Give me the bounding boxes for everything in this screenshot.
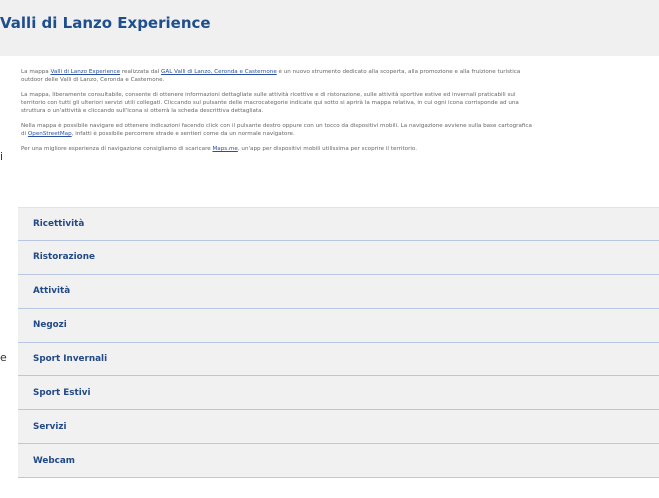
intro-paragraph-1-line-2: outdoor delle Valli di Lanzo, Ceronda e … [21, 77, 165, 83]
category-sport-estivi[interactable]: Sport Estivi [18, 376, 659, 411]
intro-text-run: realizzata dal [120, 69, 162, 75]
category-label: Sport Estivi [33, 387, 91, 398]
intro-paragraph-3-line-2: di OpenStreetMap, infatti è possibile pe… [21, 130, 659, 138]
category-label: Webcam [33, 455, 75, 466]
category-label: Ristorazione [33, 252, 95, 263]
intro-text-run: di [21, 131, 28, 137]
intro-text-run: Per una migliore esperienza di navigazio… [21, 146, 213, 152]
link-openstreetmap[interactable]: OpenStreetMap [28, 131, 72, 137]
category-ristorazione[interactable]: Ristorazione [18, 240, 659, 275]
category-servizi[interactable]: Servizi [18, 410, 659, 445]
intro-text-run: è un nuovo strumento dedicato alla scope… [276, 69, 521, 75]
intro-paragraph-3: Nella mappa è possibile navigare ed otte… [21, 123, 532, 129]
intro-paragraph-2-line-3: struttura o un'attività e cliccando sull… [21, 108, 264, 114]
intro-text: La mappa Valli di Lanzo Experience reali… [21, 68, 659, 153]
category-label: Sport Invernali [33, 354, 108, 364]
category-label: Negozi [33, 320, 67, 331]
intro-paragraph-2-line-2: territorio con tutti gli ulteriori servi… [21, 100, 519, 106]
intro-paragraph-4: Per una migliore esperienza di navigazio… [21, 145, 659, 153]
clipped-text-fragment: e [0, 351, 7, 364]
category-label: Ricettività [33, 218, 85, 229]
category-sport-invernali[interactable]: Sport Invernali [18, 342, 659, 377]
category-label: Attività [33, 286, 71, 297]
clipped-text-fragment: i [0, 150, 4, 163]
category-webcam[interactable]: Webcam [18, 444, 659, 479]
link-maps-me[interactable]: Maps.me [212, 146, 237, 152]
category-attivita[interactable]: Attività [18, 274, 659, 309]
page-title: Valli di Lanzo Experience [0, 14, 211, 32]
intro-paragraph-1: La mappa Valli di Lanzo Experience reali… [21, 68, 659, 76]
intro-text-run: , un'app per dispositivi mobili utilissi… [237, 146, 418, 152]
category-negozi[interactable]: Negozi [18, 308, 659, 343]
intro-text-run: , infatti è possibile percorrere strade … [71, 131, 295, 137]
link-valli-di-lanzo-experience[interactable]: Valli di Lanzo Experience [51, 69, 121, 75]
category-label: Servizi [33, 421, 67, 432]
intro-text-run: La mappa [21, 69, 51, 75]
intro-paragraph-2: La mappa, liberamente consultabile, cons… [21, 92, 516, 98]
category-ricettivita[interactable]: Ricettività [18, 207, 659, 241]
category-accordion: Ricettività Ristorazione Attività Negozi… [18, 207, 659, 479]
link-gal-valli-di-lanzo[interactable]: GAL Valli di Lanzo, Ceronda e Casternone [161, 69, 277, 75]
